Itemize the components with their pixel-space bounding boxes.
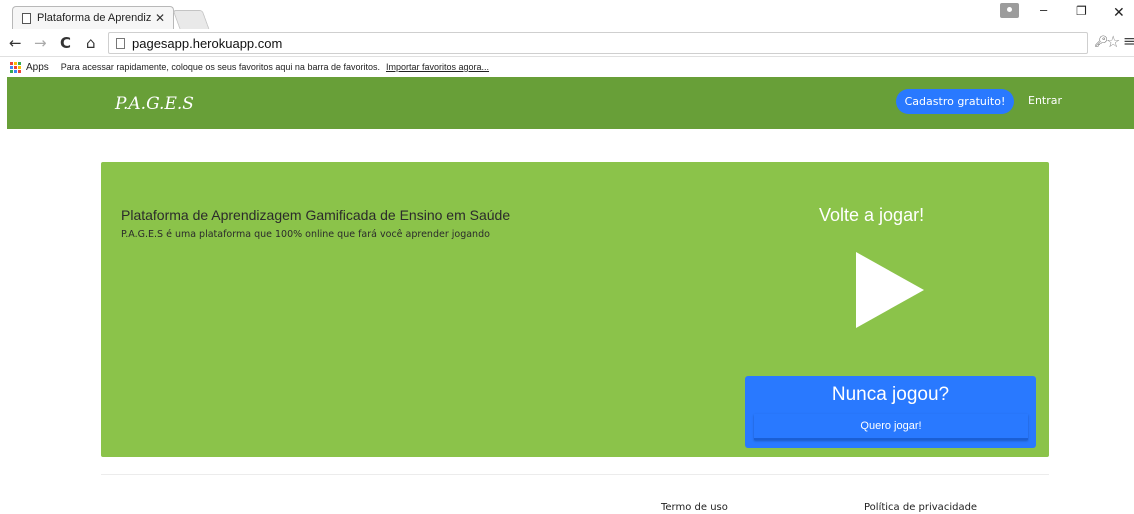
bookmarks-hint: Para acessar rapidamente, coloque os seu… <box>60 62 380 72</box>
new-player-heading: Nunca jogou? <box>831 384 950 405</box>
bookmarks-bar: Apps Para acessar rapidamente, coloque o… <box>0 57 1134 77</box>
hero-subtitle: P.A.G.E.S é uma plataforma que 100% onli… <box>121 229 490 240</box>
site-logo[interactable]: P.A.G.E.S <box>115 94 194 114</box>
tab-title: Plataforma de Aprendizag <box>37 12 151 24</box>
forward-icon[interactable]: → <box>34 34 47 52</box>
start-playing-button[interactable]: Quero jogar! <box>754 414 1028 440</box>
hero-panel: Plataforma de Aprendizagem Gamificada de… <box>101 162 1049 457</box>
import-bookmarks-link[interactable]: Importar favoritos agora... <box>386 62 489 72</box>
profile-icon[interactable] <box>1000 3 1019 18</box>
browser-titlebar: Plataforma de Aprendizag ✕ – ❐ ✕ <box>0 0 1134 29</box>
menu-icon[interactable]: ≡ <box>1123 32 1134 50</box>
url-text[interactable]: pagesapp.herokuapp.com <box>132 36 282 51</box>
new-tab-button[interactable] <box>172 10 210 29</box>
page-icon <box>116 37 125 49</box>
apps-icon[interactable] <box>10 61 21 73</box>
minimize-icon[interactable]: – <box>1040 2 1047 17</box>
site-navbar: P.A.G.E.S Cadastro gratuito! Entrar <box>7 77 1134 129</box>
bookmark-star-icon[interactable]: ☆ <box>1106 32 1120 51</box>
home-icon[interactable]: ⌂ <box>86 34 96 52</box>
login-link[interactable]: Entrar <box>1028 94 1062 107</box>
browser-toolbar: ← → C ⌂ pagesapp.herokuapp.com 🔑︎ ☆ ≡ <box>0 29 1134 57</box>
browser-tab[interactable]: Plataforma de Aprendizag ✕ <box>12 6 174 29</box>
signup-button[interactable]: Cadastro gratuito! <box>896 89 1014 114</box>
reload-icon[interactable]: C <box>60 34 71 52</box>
window-close-icon[interactable]: ✕ <box>1113 4 1125 21</box>
hero-title: Plataforma de Aprendizagem Gamificada de… <box>121 207 511 223</box>
apps-link[interactable]: Apps <box>26 62 49 73</box>
back-icon[interactable]: ← <box>9 34 22 52</box>
restore-icon[interactable]: ❐ <box>1076 4 1087 18</box>
terms-link[interactable]: Termo de uso <box>661 502 728 513</box>
footer-divider <box>101 474 1049 475</box>
play-icon[interactable] <box>856 252 924 328</box>
page-icon <box>22 12 31 24</box>
tab-close-icon[interactable]: ✕ <box>155 11 165 25</box>
replay-heading: Volte a jogar! <box>819 205 925 225</box>
new-player-card: Nunca jogou? Quero jogar! <box>745 376 1036 448</box>
privacy-link[interactable]: Política de privacidade <box>864 502 977 513</box>
address-bar[interactable]: pagesapp.herokuapp.com <box>108 32 1088 54</box>
